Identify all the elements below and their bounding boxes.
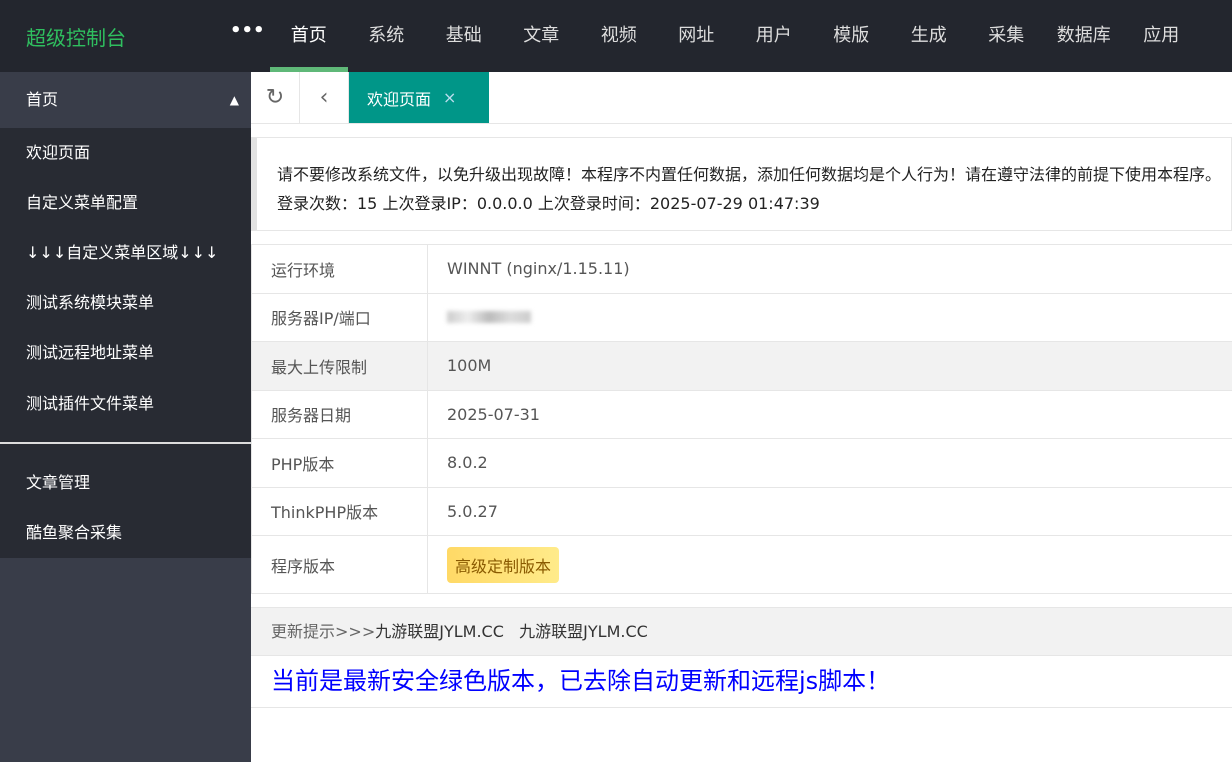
table-row: PHP版本 8.0.2 <box>251 438 1232 488</box>
top-bar: 超级控制台 ••• 首页 系统 基础 文章 视频 网址 用户 模版 生成 采集 … <box>0 0 1232 72</box>
table-row: 最大上传限制 100M <box>251 341 1232 391</box>
nav-video[interactable]: 视频 <box>580 0 658 72</box>
row-value: 100M <box>427 341 1232 391</box>
sidebar-submenu-2: 文章管理 酷鱼聚合采集 <box>0 444 251 558</box>
nav-url[interactable]: 网址 <box>658 0 736 72</box>
update-prefix: 更新提示>>> <box>271 622 376 641</box>
update-tip: 更新提示>>>九游联盟JYLM.CC 九游联盟JYLM.CC <box>251 607 1232 656</box>
caret-up-icon: ▲ <box>229 93 239 107</box>
update-link[interactable]: 九游联盟JYLM.CC <box>375 622 504 641</box>
table-row: ThinkPHP版本 5.0.27 <box>251 486 1232 536</box>
notice-box: 请不要修改系统文件，以免升级出现故障！本程序不内置任何数据，添加任何数据均是个人… <box>251 137 1232 231</box>
nav-template[interactable]: 模版 <box>813 0 891 72</box>
row-label: 服务器日期 <box>251 389 428 439</box>
row-value: 8.0.2 <box>427 438 1232 488</box>
sidebar-item-test-plugin[interactable]: 测试插件文件菜单 <box>0 378 251 442</box>
sidebar-item-custom-menu-config[interactable]: 自定义菜单配置 <box>0 178 251 228</box>
row-value: 5.0.27 <box>427 486 1232 536</box>
table-row: 运行环境 WINNT (nginx/1.15.11) <box>251 244 1232 294</box>
blurred-ip <box>447 310 531 323</box>
row-label: ThinkPHP版本 <box>251 486 428 536</box>
table-row: 服务器日期 2025-07-31 <box>251 389 1232 439</box>
sidebar-item-custom-menu-area[interactable]: ↓↓↓自定义菜单区域↓↓↓ <box>0 228 251 278</box>
row-value <box>427 292 1232 342</box>
row-value: 2025-07-31 <box>427 389 1232 439</box>
nav-collect[interactable]: 采集 <box>968 0 1046 72</box>
table-row: 服务器IP/端口 <box>251 292 1232 342</box>
nav-app[interactable]: 应用 <box>1123 0 1201 72</box>
login-info: 登录次数：15 上次登录IP：0.0.0.0 上次登录时间：2025-07-29… <box>277 194 820 213</box>
nav-basic[interactable]: 基础 <box>425 0 503 72</box>
top-nav: 首页 系统 基础 文章 视频 网址 用户 模版 生成 采集 数据库 应用 <box>270 0 1200 72</box>
tab-welcome[interactable]: 欢迎页面 × <box>349 72 489 123</box>
update-link[interactable]: 九游联盟JYLM.CC <box>519 622 648 641</box>
nav-generate[interactable]: 生成 <box>890 0 968 72</box>
update-message: 当前是最新安全绿色版本，已去除自动更新和远程js脚本！ <box>251 656 1232 708</box>
sidebar-group-home[interactable]: 首页 ▲ <box>0 72 251 128</box>
row-label: 最大上传限制 <box>251 341 428 391</box>
sidebar-item-test-module[interactable]: 测试系统模块菜单 <box>0 278 251 328</box>
sidebar-item-kuyu-collect[interactable]: 酷鱼聚合采集 <box>0 508 251 558</box>
nav-database[interactable]: 数据库 <box>1045 0 1123 72</box>
table-row: 程序版本 高级定制版本 <box>251 535 1232 594</box>
more-menu-button[interactable]: ••• <box>230 20 265 41</box>
row-value: WINNT (nginx/1.15.11) <box>427 244 1232 294</box>
server-info-table: 运行环境 WINNT (nginx/1.15.11) 服务器IP/端口 最大上传限… <box>251 244 1232 594</box>
row-label: PHP版本 <box>251 438 428 488</box>
notice-text: 请不要修改系统文件，以免升级出现故障！本程序不内置任何数据，添加任何数据均是个人… <box>277 165 1222 184</box>
tab-bar: ↻ ‹ 欢迎页面 × <box>251 72 1232 124</box>
nav-system[interactable]: 系统 <box>348 0 426 72</box>
sidebar-group-label: 首页 <box>26 90 59 109</box>
sidebar-item-article-manage[interactable]: 文章管理 <box>0 458 251 508</box>
sidebar-submenu: 欢迎页面 自定义菜单配置 ↓↓↓自定义菜单区域↓↓↓ 测试系统模块菜单 测试远程… <box>0 128 251 442</box>
back-icon[interactable]: ‹ <box>300 72 349 123</box>
row-label: 服务器IP/端口 <box>251 292 428 342</box>
refresh-icon[interactable]: ↻ <box>251 72 300 123</box>
version-badge: 高级定制版本 <box>447 546 560 583</box>
close-icon[interactable]: × <box>443 88 456 107</box>
sidebar: 首页 ▲ 欢迎页面 自定义菜单配置 ↓↓↓自定义菜单区域↓↓↓ 测试系统模块菜单 … <box>0 72 251 762</box>
tab-label: 欢迎页面 <box>367 89 432 109</box>
nav-user[interactable]: 用户 <box>735 0 813 72</box>
row-label: 运行环境 <box>251 244 428 294</box>
row-value: 高级定制版本 <box>427 535 1232 594</box>
row-label: 程序版本 <box>251 535 428 594</box>
nav-article[interactable]: 文章 <box>503 0 581 72</box>
nav-home[interactable]: 首页 <box>270 0 348 72</box>
logo[interactable]: 超级控制台 <box>26 22 126 51</box>
sidebar-item-test-remote[interactable]: 测试远程地址菜单 <box>0 328 251 378</box>
sidebar-item-welcome[interactable]: 欢迎页面 <box>0 128 251 178</box>
